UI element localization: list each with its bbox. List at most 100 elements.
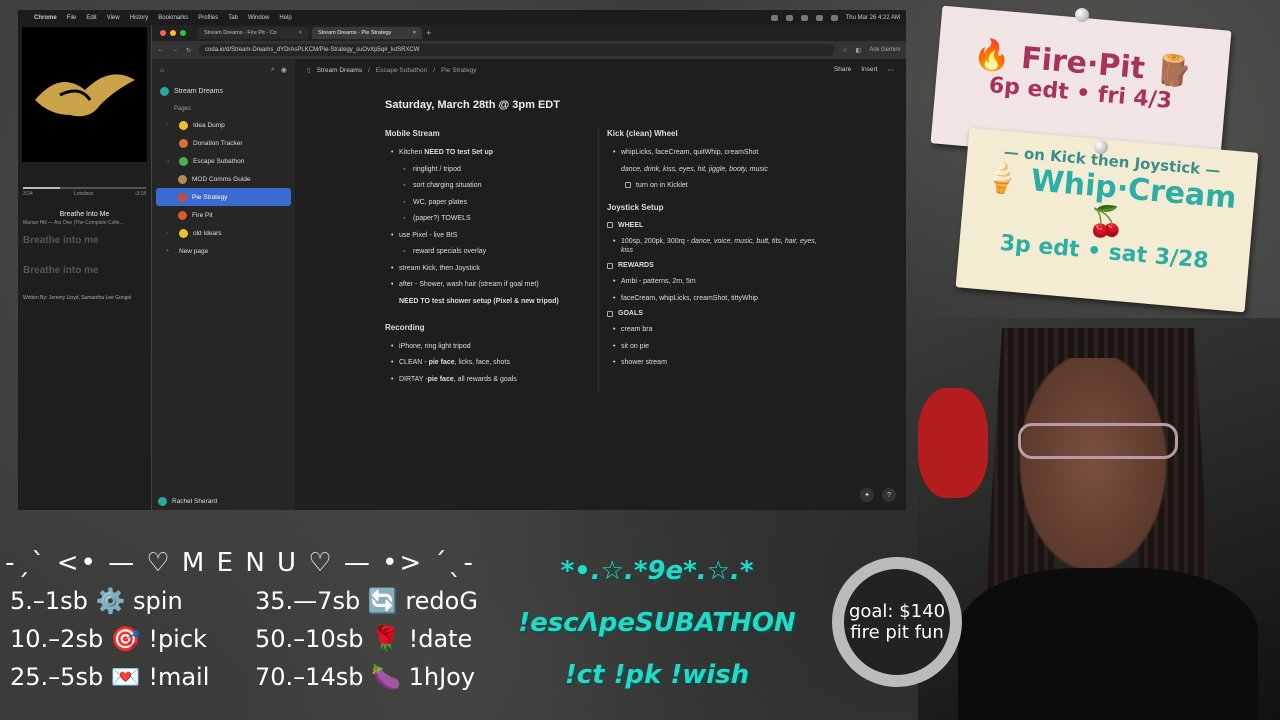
- list-item[interactable]: faceCream, whipLicks, creamShot, tittyWh…: [607, 294, 818, 303]
- list-item[interactable]: cream bra: [607, 325, 818, 334]
- ai-assist-icon[interactable]: ✦: [860, 488, 874, 502]
- new-tab-icon[interactable]: +: [426, 28, 431, 38]
- song-title: Breathe Into Me: [59, 211, 110, 218]
- list-item[interactable]: ringlight / tripod: [385, 165, 580, 174]
- menu-edit[interactable]: Edit: [86, 15, 96, 21]
- extensions-icon[interactable]: ◧: [856, 47, 862, 54]
- sidebar-item-escape-subathon[interactable]: ⌄ Escape Subathon: [156, 152, 291, 170]
- page-title[interactable]: Saturday, March 28th @ 3pm EDT: [385, 99, 886, 111]
- list-item[interactable]: after - Shower, wash hair (stream if goa…: [385, 280, 580, 289]
- bookmark-star-icon[interactable]: ☆: [842, 47, 847, 54]
- menu-bookmarks[interactable]: Bookmarks: [158, 15, 188, 21]
- insert-button[interactable]: Insert: [861, 66, 877, 74]
- status-icon[interactable]: [770, 14, 778, 21]
- chevron-right-icon[interactable]: ›: [166, 122, 174, 128]
- list-item[interactable]: Ambi - patterns, 2m, 5m: [607, 277, 818, 286]
- checkbox[interactable]: [607, 310, 613, 317]
- progress-bar[interactable]: [23, 187, 146, 189]
- section-heading-joystick[interactable]: Joystick Setup: [607, 203, 818, 212]
- avatar: [158, 497, 167, 506]
- home-icon[interactable]: ⌂: [160, 67, 164, 74]
- checklist-item[interactable]: turn on in Kicklet: [625, 182, 818, 189]
- checklist-heading[interactable]: GOALS: [607, 310, 818, 317]
- sidebar-item-mod-comms[interactable]: MOD Comms Guide: [156, 170, 291, 188]
- section-heading-recording[interactable]: Recording: [385, 323, 580, 332]
- sidebar: ⌂ ⌕ ◉ Stream Dreams Pages › Idea Dump Don…: [152, 59, 295, 510]
- breadcrumb-current[interactable]: Pie Strategy: [441, 67, 476, 74]
- address-bar[interactable]: coda.io/d/Stream-Dreams_dYDrAsPLKCM/Pie-…: [199, 44, 835, 56]
- menu-profiles[interactable]: Profiles: [198, 15, 218, 21]
- list-item[interactable]: iPhone, ring light tripod: [385, 342, 580, 351]
- help-controls: ✦ ?: [860, 488, 896, 502]
- more-icon[interactable]: ⋯: [888, 66, 895, 74]
- list-item[interactable]: whipLicks, faceCream, quitWhip, creamSho…: [607, 148, 818, 157]
- list-item[interactable]: WC, paper plates: [385, 198, 580, 207]
- section-heading-kick[interactable]: Kick (clean) Wheel: [607, 129, 818, 138]
- menu-window[interactable]: Window: [248, 15, 269, 21]
- forward-icon[interactable]: →: [172, 47, 178, 53]
- list-item[interactable]: sort charging situation: [385, 181, 580, 190]
- bold-run: pie face: [427, 375, 454, 383]
- list-item[interactable]: sit on pie: [607, 342, 818, 351]
- list-item[interactable]: DIRTAY -pie face, all rewards & goals: [385, 375, 580, 384]
- user-footer[interactable]: Rachel Sherard: [158, 497, 217, 506]
- reload-icon[interactable]: ↻: [186, 47, 191, 54]
- status-icon[interactable]: [785, 14, 793, 21]
- breadcrumb-doc[interactable]: Stream Dreams: [317, 67, 363, 74]
- close-tab-icon[interactable]: ×: [299, 30, 302, 36]
- list-item[interactable]: Kitchen NEED TO test Set up: [385, 148, 580, 157]
- status-icon[interactable]: [800, 14, 808, 21]
- list-item[interactable]: 100sp, 200pk, 300rq - dance, voice, musi…: [607, 237, 818, 255]
- doc-title[interactable]: Stream Dreams: [152, 81, 295, 102]
- menu-file[interactable]: File: [67, 15, 77, 21]
- sidebar-item-donation-tracker[interactable]: Donation Tracker: [156, 134, 291, 152]
- menu-history[interactable]: History: [130, 15, 149, 21]
- list-item[interactable]: CLEAN - pie face, licks, face, shots: [385, 358, 580, 367]
- sidebar-item-old-idears[interactable]: › old Idears: [156, 224, 291, 242]
- chevron-right-icon[interactable]: ›: [166, 230, 174, 236]
- section-heading-mobile[interactable]: Mobile Stream: [385, 129, 580, 138]
- list-item[interactable]: shower stream: [607, 358, 818, 367]
- back-icon[interactable]: ←: [158, 47, 164, 53]
- sidebar-item-idea-dump[interactable]: › Idea Dump: [156, 116, 291, 134]
- tab-pie-strategy[interactable]: Stream Dreams - Pie Strategy ×: [312, 27, 422, 39]
- chevron-down-icon[interactable]: ⌄: [166, 158, 174, 164]
- sidebar-toggle-icon[interactable]: ▯: [307, 66, 311, 74]
- list-item[interactable]: reward specials overlay: [385, 247, 580, 256]
- tab-fire-pit[interactable]: Stream Dreams - Fire Pit - Co ×: [198, 27, 308, 39]
- checklist-heading[interactable]: WHEEL: [607, 222, 818, 229]
- note-text[interactable]: NEED TO test shower setup (Pixel & new t…: [385, 297, 580, 307]
- checkbox[interactable]: [607, 222, 613, 228]
- menu-app-name[interactable]: Chrome: [34, 15, 57, 21]
- minimize-window-icon[interactable]: [170, 30, 176, 36]
- wifi-icon[interactable]: [815, 14, 823, 21]
- list-item[interactable]: use Pixel - live BtS: [385, 231, 580, 240]
- menu-view[interactable]: View: [107, 15, 120, 21]
- close-window-icon[interactable]: [160, 30, 166, 36]
- menu-help[interactable]: Help: [279, 15, 291, 21]
- ask-gemini-button[interactable]: Ask Gemini: [869, 47, 900, 53]
- zoom-window-icon[interactable]: [180, 30, 186, 36]
- battery-icon[interactable]: [830, 14, 838, 21]
- checklist-heading[interactable]: REWARDS: [607, 262, 818, 269]
- profile-icon[interactable]: ◉: [281, 66, 287, 74]
- list-item[interactable]: stream Kick, then Joystick: [385, 264, 580, 273]
- pushpin-icon: [1094, 140, 1108, 154]
- checkbox[interactable]: [625, 182, 631, 188]
- sidebar-item-label: MOD Comms Guide: [192, 175, 251, 183]
- new-page-button[interactable]: + New page: [156, 242, 291, 260]
- checkbox[interactable]: [607, 262, 613, 269]
- menu-title: -ˏˋ <• — ♡ M E N U ♡ — •> ˊˎ-: [5, 548, 475, 578]
- share-button[interactable]: Share: [834, 66, 851, 74]
- sidebar-item-fire-pit[interactable]: Fire Pit: [156, 206, 291, 224]
- breadcrumb-parent[interactable]: Escape Subathon: [376, 67, 427, 74]
- menu-tab[interactable]: Tab: [228, 15, 238, 21]
- close-tab-icon[interactable]: ×: [413, 30, 416, 36]
- menubar-clock[interactable]: Thu Mar 26 4:22 AM: [846, 15, 900, 21]
- sidebar-item-pie-strategy[interactable]: Pie Strategy: [156, 188, 291, 206]
- list-item[interactable]: (paper?) TOWELS: [385, 214, 580, 223]
- help-icon[interactable]: ?: [882, 488, 896, 502]
- search-icon[interactable]: ⌕: [271, 66, 275, 74]
- webcam-face: [1008, 358, 1178, 588]
- italic-line[interactable]: dance, drink, kiss, eyes, hit, jiggle, b…: [607, 165, 818, 174]
